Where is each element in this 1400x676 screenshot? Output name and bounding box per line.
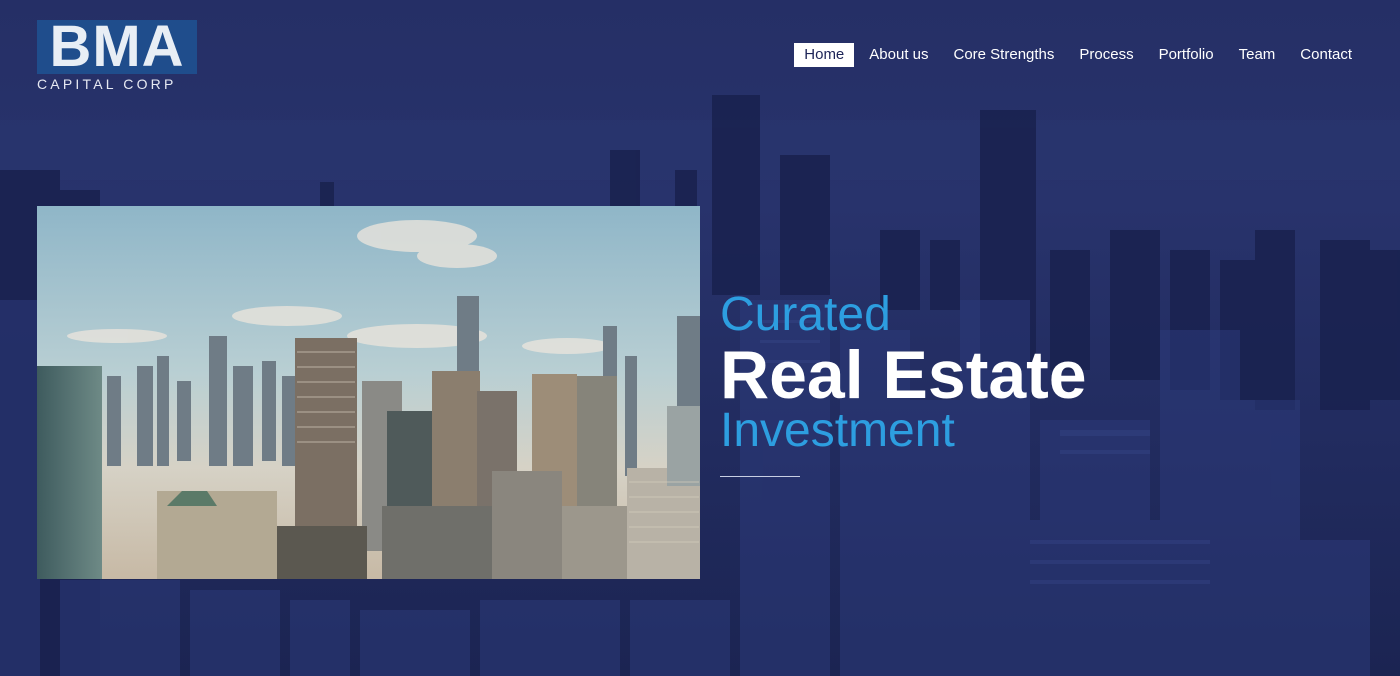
skyline-photo-illustration: [37, 206, 700, 579]
headline-divider: [720, 476, 800, 477]
nav-item-team[interactable]: Team: [1229, 43, 1286, 67]
headline-line-real-estate: Real Estate: [720, 337, 1087, 413]
hero-city-photo: [37, 206, 700, 579]
nav-item-process[interactable]: Process: [1069, 43, 1143, 67]
nav-item-core-strengths[interactable]: Core Strengths: [944, 43, 1065, 67]
logo-subtitle: CAPITAL CORP: [37, 76, 177, 92]
logo-letters: BMA: [49, 14, 185, 79]
main-navigation: Home About us Core Strengths Process Por…: [789, 43, 1362, 67]
nav-item-home[interactable]: Home: [794, 43, 855, 67]
nav-item-contact[interactable]: Contact: [1290, 43, 1362, 67]
headline-line-curated: Curated: [720, 288, 891, 341]
nav-item-about-us[interactable]: About us: [859, 43, 938, 67]
hero-headline: Curated Real Estate Investment: [720, 288, 1360, 477]
company-logo[interactable]: BMA CAPITAL CORP: [37, 14, 199, 92]
nav-item-portfolio[interactable]: Portfolio: [1149, 43, 1224, 67]
logo-mark: BMA: [37, 14, 197, 79]
